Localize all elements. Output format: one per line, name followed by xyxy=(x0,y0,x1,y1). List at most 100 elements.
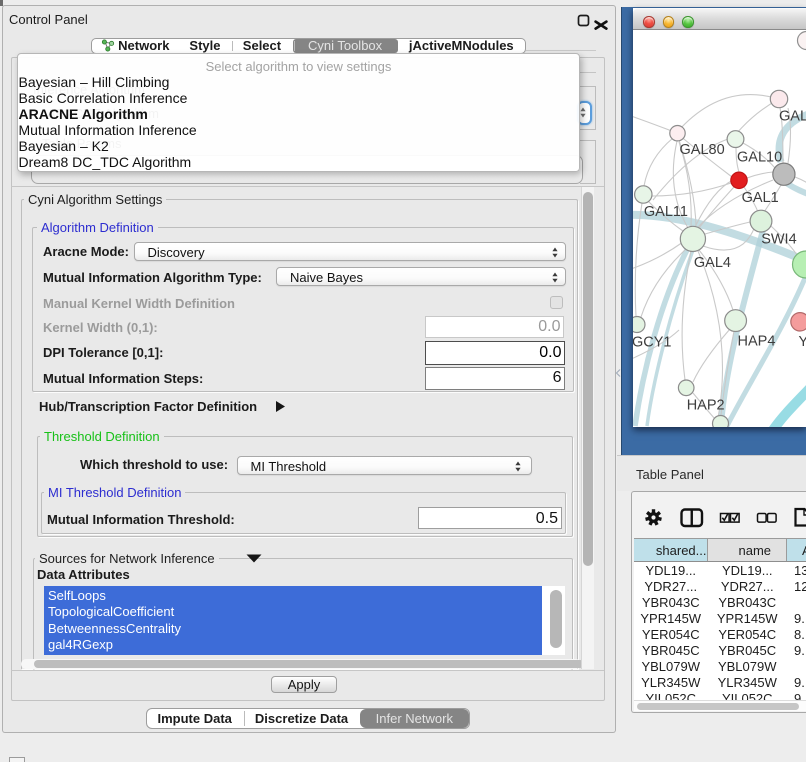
table-row[interactable]: YBR043CYBR043C xyxy=(634,594,806,610)
network-node[interactable] xyxy=(678,380,694,396)
mi-steps-label: Mutual Information Steps: xyxy=(43,371,203,386)
scrollpane-top-border xyxy=(11,186,604,187)
network-node[interactable] xyxy=(727,131,744,148)
attribute-item[interactable]: gal4RGexp xyxy=(48,637,113,652)
table-cell: YDL19... xyxy=(634,563,708,578)
table-row[interactable]: YLR345WYLR345W9. xyxy=(634,674,806,690)
data-attributes-list[interactable]: SelfLoopsTopologicalCoefficient Betweenne… xyxy=(44,586,565,655)
data-attributes-label: Data Attributes xyxy=(37,567,130,582)
table-cell: YIL052C xyxy=(634,691,708,700)
table-row[interactable]: YBR045CYBR045C9. xyxy=(634,642,806,658)
close-button[interactable] xyxy=(643,16,655,28)
algorithm-option[interactable]: ARACNE Algorithm xyxy=(19,106,148,122)
network-edge xyxy=(693,329,730,382)
apply-button-label: Apply xyxy=(272,677,336,692)
table-row[interactable]: YPR145WYPR145W9. xyxy=(634,610,806,626)
tab-discretize-data[interactable]: Discretize Data xyxy=(243,709,360,728)
algorithm-option[interactable]: Dream8 DC_TDC Algorithm xyxy=(19,154,192,170)
combo-arrows-icon xyxy=(515,461,521,472)
attribute-item[interactable]: TopologicalCoefficient xyxy=(48,604,174,619)
dpi-tolerance-label: DPI Tolerance [0,1]: xyxy=(43,345,163,360)
table-panel-header: Table Panel xyxy=(617,455,806,491)
network-node[interactable] xyxy=(680,226,705,251)
table-cell: YBR045C xyxy=(634,643,708,658)
algorithm-option[interactable]: Mutual Information Inference xyxy=(19,122,197,138)
combo-arrows-icon xyxy=(552,272,558,283)
network-node-label: SWI4 xyxy=(761,232,796,248)
network-node[interactable] xyxy=(713,416,729,428)
manual-kernel-checkbox[interactable] xyxy=(550,296,563,309)
network-canvas[interactable]: GAL7GAL80GAL10GAL1GAL11SWI4GAL4GCY1HAP4Y… xyxy=(633,30,806,427)
aracne-mode-select[interactable]: Discovery xyxy=(134,242,566,262)
column-header[interactable]: name xyxy=(708,539,788,561)
combo-arrows-icon xyxy=(552,247,558,258)
network-node[interactable] xyxy=(798,32,806,50)
network-node[interactable] xyxy=(750,210,772,232)
kernel-width-input[interactable]: 0.0 xyxy=(425,316,565,339)
network-node-label: GCY1 xyxy=(633,335,672,351)
tab-infer-network[interactable]: Infer Network xyxy=(360,709,468,728)
window-grip[interactable] xyxy=(9,757,25,762)
network-node[interactable] xyxy=(670,126,685,141)
mi-threshold-input[interactable]: 0.5 xyxy=(418,507,562,530)
apply-button[interactable]: Apply xyxy=(271,676,337,693)
splitpane-collapse-icon[interactable] xyxy=(615,368,621,378)
control-panel-window: Control Panel NetworkStyleSelectCyni Too… xyxy=(2,5,616,733)
table-row[interactable]: YIL052CYIL052C9. xyxy=(634,690,806,700)
table-columns-icon[interactable] xyxy=(682,510,703,527)
hub-definition-label[interactable]: Hub/Transcription Factor Definition xyxy=(39,399,257,414)
network-edge xyxy=(747,172,773,178)
settings-vscroll-thumb[interactable] xyxy=(583,192,593,566)
network-node[interactable] xyxy=(770,90,787,107)
network-node[interactable] xyxy=(633,317,645,333)
tab-label: Impute Data xyxy=(158,711,232,726)
clear-checkboxes-icon[interactable] xyxy=(758,514,777,523)
table-cell: YBR043C xyxy=(708,595,788,610)
column-header[interactable]: A xyxy=(787,539,806,561)
network-edge xyxy=(633,242,683,270)
attribute-item[interactable]: SelfLoops xyxy=(48,588,106,603)
mi-steps-input[interactable]: 6 xyxy=(425,367,566,391)
algorithm-option[interactable]: Bayesian – Hill Climbing xyxy=(19,74,170,90)
table-cell: 8. xyxy=(787,627,806,642)
column-header[interactable]: shared... xyxy=(634,539,708,561)
network-edge xyxy=(644,138,673,186)
mi-type-select[interactable]: Naive Bayes xyxy=(276,267,566,287)
hub-expand-arrow-icon[interactable] xyxy=(274,400,286,413)
which-threshold-select[interactable]: MI Threshold xyxy=(237,456,532,475)
tab-impute-data[interactable]: Impute Data xyxy=(147,709,243,728)
sources-collapse-arrow-icon[interactable] xyxy=(246,554,262,563)
network-node[interactable] xyxy=(791,313,806,331)
select-all-checkboxes-icon[interactable] xyxy=(721,513,740,522)
new-table-icon[interactable] xyxy=(796,509,806,526)
minimize-button[interactable] xyxy=(663,16,675,28)
attribute-item[interactable]: BetweennessCentrality xyxy=(48,621,181,636)
algorithm-options: Bayesian – Hill ClimbingBasic Correlatio… xyxy=(18,54,579,171)
table-row[interactable]: YBL079WYBL079W xyxy=(634,658,806,674)
table-row[interactable]: YER054CYER054C8. xyxy=(634,626,806,642)
table-settings-gear-icon[interactable] xyxy=(646,509,662,525)
network-window-titlebar[interactable] xyxy=(633,8,806,30)
dpi-tolerance-input[interactable]: 0.0 xyxy=(425,341,566,365)
settings-hscroll-thumb[interactable] xyxy=(34,660,584,668)
table-cell: YER054C xyxy=(708,627,788,642)
table-row[interactable]: YDL19...YDL19...13. xyxy=(634,562,806,578)
column-header-label: A xyxy=(802,543,806,558)
table-row[interactable]: YDR27...YDR27...12. xyxy=(634,578,806,594)
table-hscroll-thumb[interactable] xyxy=(637,703,799,710)
algorithm-option[interactable]: Basic Correlation Inference xyxy=(19,90,188,106)
network-node[interactable] xyxy=(773,163,795,185)
network-node-label: GAL7 xyxy=(779,109,806,125)
network-node[interactable] xyxy=(731,172,747,188)
network-node[interactable] xyxy=(635,186,652,203)
combo-value: Naive Bayes xyxy=(290,270,363,285)
table-cell: YER054C xyxy=(634,627,708,642)
attribute-list-vscroll-thumb[interactable] xyxy=(550,590,562,648)
network-edge xyxy=(635,203,642,317)
network-node[interactable] xyxy=(725,310,747,332)
table-cell: 12. xyxy=(787,579,806,594)
zoom-button[interactable] xyxy=(682,16,694,28)
algorithm-option[interactable]: Bayesian – K2 xyxy=(19,138,109,154)
screen: Control Panel NetworkStyleSelectCyni Too… xyxy=(0,0,806,762)
sources-title: Sources for Network Inference xyxy=(35,551,219,566)
